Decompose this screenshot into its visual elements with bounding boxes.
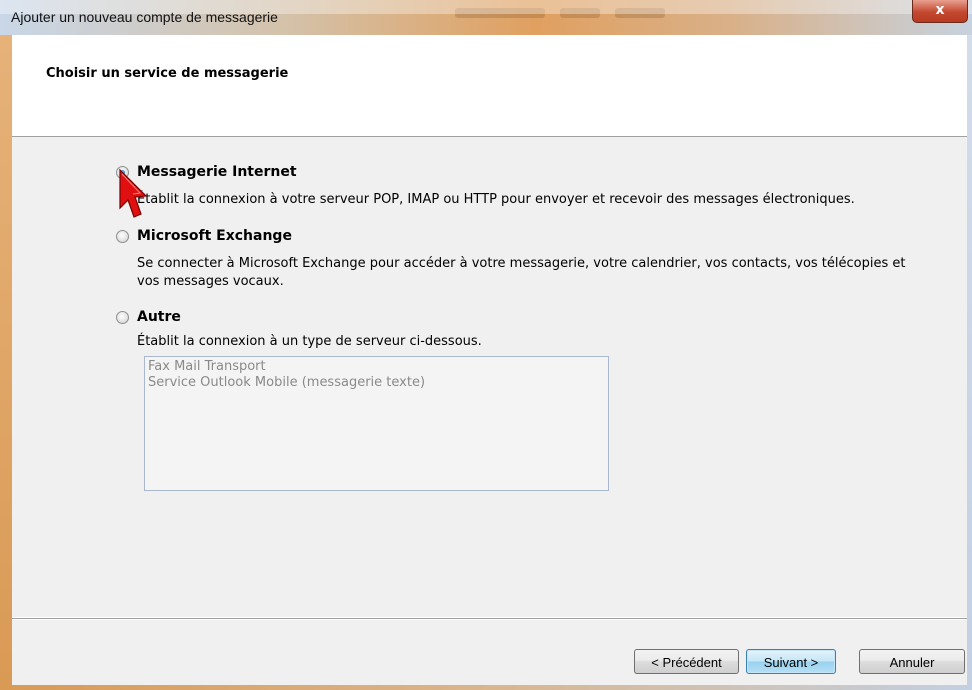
cancel-button[interactable]: Annuler	[859, 649, 965, 674]
next-button[interactable]: Suivant >	[746, 649, 836, 674]
radio-microsoft-exchange[interactable]	[116, 230, 129, 243]
option-desc-microsoft-exchange-line2: vos messages vocaux.	[137, 274, 284, 289]
window-title: Ajouter un nouveau compte de messagerie	[11, 9, 278, 25]
page-title: Choisir un service de messagerie	[46, 66, 289, 81]
window-frame-bottom	[0, 685, 972, 690]
option-desc-messagerie-internet: Établit la connexion à votre serveur POP…	[137, 192, 855, 207]
window-frame-left	[0, 35, 12, 690]
option-desc-microsoft-exchange-line1: Se connecter à Microsoft Exchange pour a…	[137, 256, 906, 271]
pointer-arrow-icon	[119, 168, 148, 218]
list-item[interactable]: Fax Mail Transport	[148, 359, 605, 375]
option-label-microsoft-exchange[interactable]: Microsoft Exchange	[137, 228, 292, 244]
close-button[interactable]: x	[912, 0, 968, 23]
radio-autre[interactable]	[116, 311, 129, 324]
option-desc-autre: Établit la connexion à un type de serveu…	[137, 334, 482, 349]
window-frame-right	[967, 35, 972, 690]
option-label-messagerie-internet[interactable]: Messagerie Internet	[137, 164, 297, 180]
server-type-list[interactable]: Fax Mail Transport Service Outlook Mobil…	[144, 356, 609, 491]
title-bar[interactable]: Ajouter un nouveau compte de messagerie …	[0, 0, 972, 35]
list-item[interactable]: Service Outlook Mobile (messagerie texte…	[148, 375, 605, 391]
close-icon: x	[935, 2, 945, 18]
back-button[interactable]: < Précédent	[634, 649, 739, 674]
option-label-autre[interactable]: Autre	[137, 309, 181, 325]
wizard-header: Choisir un service de messagerie	[12, 35, 967, 137]
